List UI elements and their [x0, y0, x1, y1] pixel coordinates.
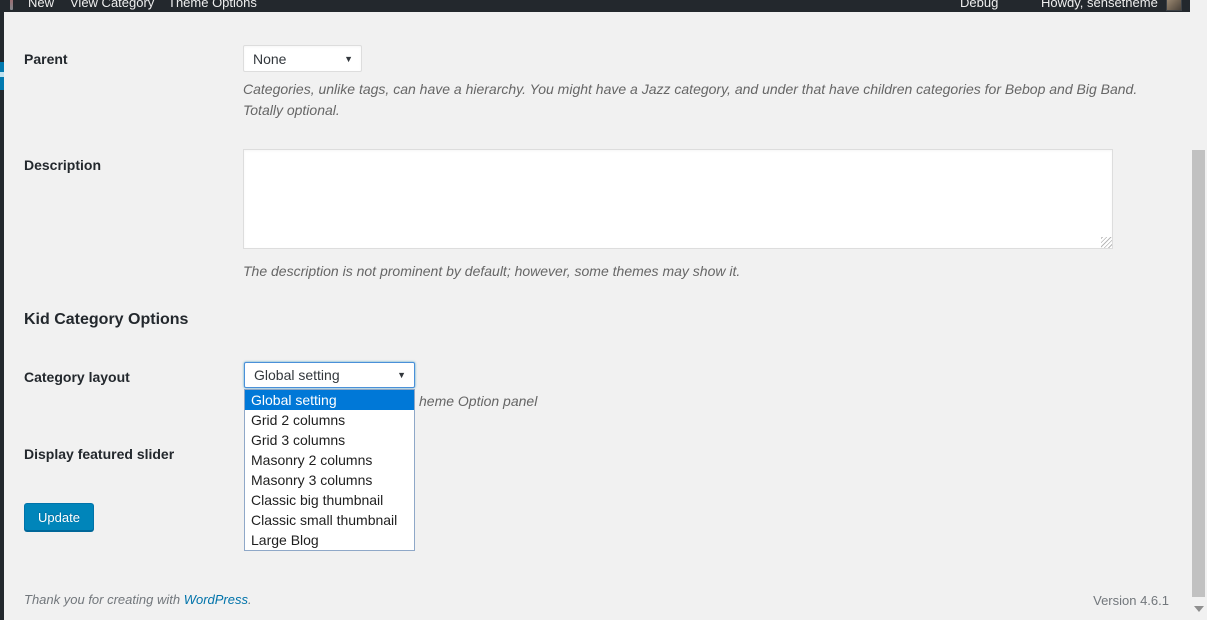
- footer-thanks-period: .: [248, 592, 252, 607]
- dropdown-option-global-setting[interactable]: Global setting: [245, 390, 414, 410]
- category-layout-listbox: Global setting Grid 2 columns Grid 3 col…: [244, 389, 415, 551]
- scrollbar-down-arrow-icon[interactable]: [1194, 606, 1204, 612]
- footer-version: Version 4.6.1: [1093, 593, 1169, 608]
- chevron-down-icon: ▼: [344, 54, 353, 64]
- user-avatar: [1166, 0, 1182, 11]
- collapsed-admin-menu: [0, 12, 4, 620]
- parent-label: Parent: [24, 51, 68, 67]
- update-button[interactable]: Update: [24, 503, 94, 531]
- parent-select-value: None: [253, 51, 286, 67]
- category-layout-help-fragment: heme Option panel: [419, 391, 537, 412]
- admin-bar: New View Category Theme Options Debug Ho…: [0, 0, 1190, 12]
- new-content-icon: [10, 0, 13, 10]
- footer-thanks: Thank you for creating with WordPress.: [24, 592, 252, 607]
- dropdown-option-large-blog[interactable]: Large Blog: [245, 530, 414, 550]
- dropdown-option-classic-small-thumbnail[interactable]: Classic small thumbnail: [245, 510, 414, 530]
- scrollbar-thumb[interactable]: [1192, 150, 1205, 597]
- adminbar-howdy-link[interactable]: Howdy, sensetheme: [1041, 0, 1158, 12]
- admin-bar-inner: New View Category Theme Options Debug Ho…: [0, 0, 1190, 12]
- adminbar-new-link[interactable]: New: [28, 0, 54, 12]
- dropdown-option-masonry-2-columns[interactable]: Masonry 2 columns: [245, 450, 414, 470]
- section-heading: Kid Category Options: [24, 311, 188, 329]
- adminbar-view-category-link[interactable]: View Category: [70, 0, 154, 12]
- dropdown-option-grid-2-columns[interactable]: Grid 2 columns: [245, 410, 414, 430]
- wordpress-link[interactable]: WordPress: [184, 592, 248, 607]
- description-textarea[interactable]: [243, 149, 1113, 249]
- category-layout-label: Category layout: [24, 369, 130, 385]
- dropdown-option-grid-3-columns[interactable]: Grid 3 columns: [245, 430, 414, 450]
- admin-menu-item-highlight-2[interactable]: [0, 77, 4, 90]
- dropdown-option-masonry-3-columns[interactable]: Masonry 3 columns: [245, 470, 414, 490]
- description-label: Description: [24, 157, 101, 173]
- adminbar-theme-options-link[interactable]: Theme Options: [168, 0, 257, 12]
- dropdown-option-classic-big-thumbnail[interactable]: Classic big thumbnail: [245, 490, 414, 510]
- description-help-text: The description is not prominent by defa…: [243, 261, 1143, 282]
- category-layout-select-value: Global setting: [254, 367, 340, 383]
- chevron-down-icon: ▼: [397, 370, 406, 380]
- adminbar-debug-link[interactable]: Debug: [960, 0, 998, 12]
- display-featured-slider-label: Display featured slider: [24, 446, 174, 462]
- category-layout-select[interactable]: Global setting ▼: [244, 362, 415, 388]
- admin-menu-item-highlight[interactable]: [0, 62, 4, 72]
- footer-thanks-text: Thank you for creating with: [24, 592, 184, 607]
- page-scrollbar: [1190, 0, 1207, 620]
- parent-select[interactable]: None ▼: [243, 45, 362, 72]
- parent-help-text: Categories, unlike tags, can have a hier…: [243, 79, 1158, 121]
